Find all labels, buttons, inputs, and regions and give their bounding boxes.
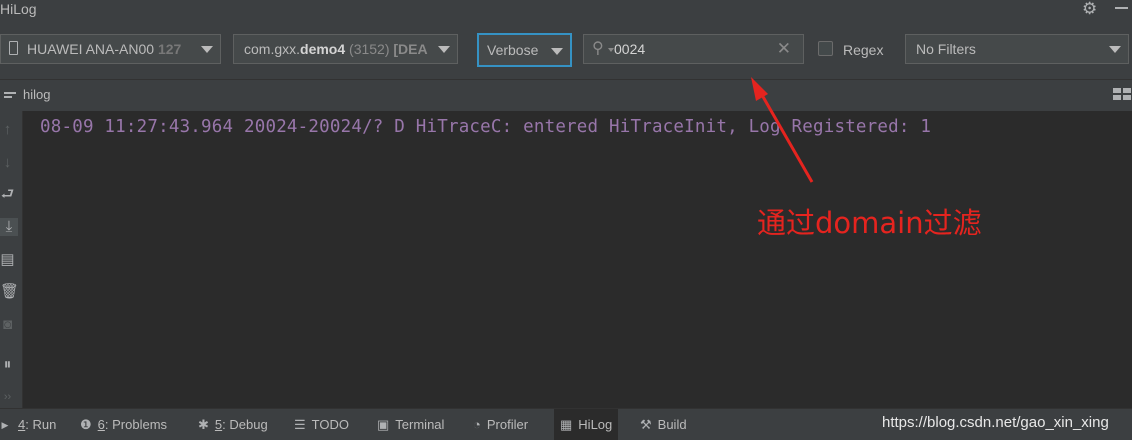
tool-window-hilog[interactable]: ▦ HiLog xyxy=(554,409,619,440)
annotation-text: 通过domain过滤 xyxy=(757,206,982,240)
tool-window-profiler[interactable]: ◔ Profiler xyxy=(473,409,528,440)
tool-label: : Problems xyxy=(104,417,168,432)
watermark-url: https://blog.csdn.net/gao_xin_xing xyxy=(882,414,1109,431)
build-icon: ⚒ xyxy=(640,417,652,432)
terminal-icon: ▣ xyxy=(377,417,390,432)
tool-label: HiLog xyxy=(578,417,613,432)
tool-label: Profiler xyxy=(486,417,529,432)
todo-icon: ☰ xyxy=(294,417,306,432)
tool-label: : Run xyxy=(25,417,57,432)
tool-label: TODO xyxy=(311,417,349,432)
tool-window-problems[interactable]: ❶ 6: Problems xyxy=(80,409,167,440)
tool-key: 6 xyxy=(97,417,105,432)
tool-window-todo[interactable]: ☰ TODO xyxy=(294,409,349,440)
tool-window-bar: ▶ 4: Run ❶ 6: Problems ✱ 5: Debug ☰ TODO ▣ T… xyxy=(0,408,1132,440)
tool-label: Terminal xyxy=(395,417,445,432)
hilog-icon: ▦ xyxy=(560,417,573,432)
tool-label: : Debug xyxy=(222,417,268,432)
tool-window-debug[interactable]: ✱ 5: Debug xyxy=(198,409,268,440)
debug-icon: ✱ xyxy=(198,417,209,432)
problems-icon: ❶ xyxy=(80,417,92,432)
collapse-arrow-icon[interactable]: ▶ xyxy=(1,416,9,434)
profiler-icon: ◔ xyxy=(473,417,481,432)
tool-window-build[interactable]: ⚒ Build xyxy=(640,409,687,440)
tool-label: Build xyxy=(657,417,687,432)
tool-window-terminal[interactable]: ▣ Terminal xyxy=(377,409,444,440)
tool-window-run[interactable]: 4: Run xyxy=(18,409,56,440)
